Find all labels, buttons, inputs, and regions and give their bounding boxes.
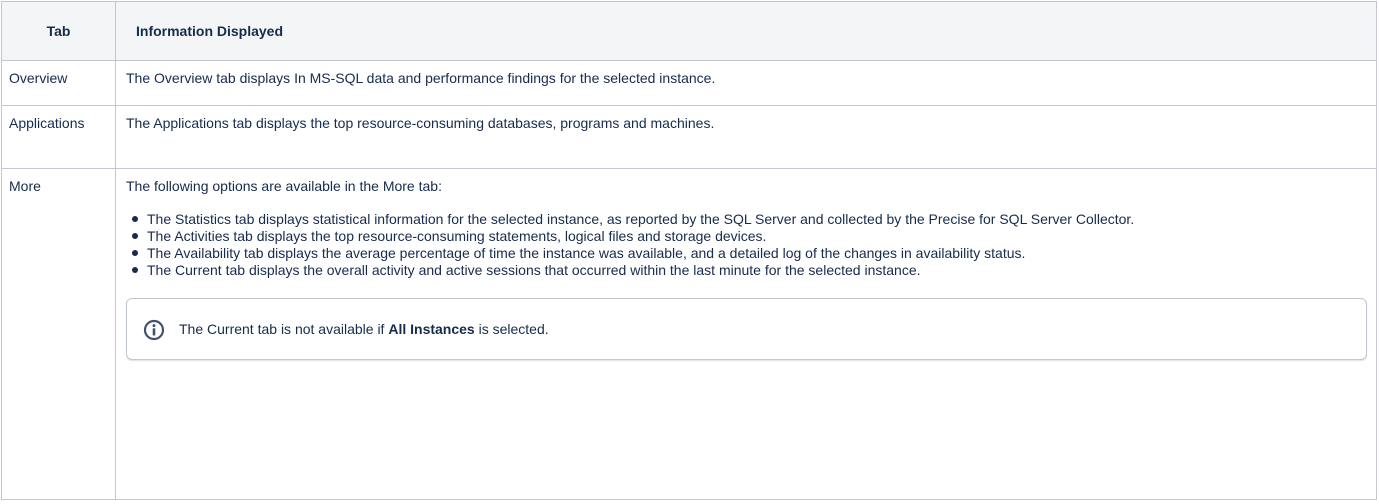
list-item: The Statistics tab displays statistical … (132, 211, 1366, 228)
cell-description: The following options are available in t… (115, 168, 1377, 500)
list-item: The Current tab displays the overall act… (132, 262, 1366, 279)
more-intro-text: The following options are available in t… (126, 178, 442, 194)
header-tab: Tab (1, 1, 116, 61)
note-text-bold: All Instances (388, 321, 475, 337)
table-row-applications: Applications The Applications tab displa… (1, 105, 1377, 169)
information-table: Tab Information Displayed Overview The O… (1, 1, 1377, 500)
info-icon (143, 319, 165, 341)
list-item: The Availability tab displays the averag… (132, 245, 1366, 262)
note-text-after: is selected. (474, 321, 549, 337)
table-row-more: More The following options are available… (1, 168, 1377, 500)
note-text-before: The Current tab is not available if (179, 321, 389, 337)
table-header-row: Tab Information Displayed (1, 1, 1377, 61)
options-list: The Statistics tab displays statistical … (126, 211, 1366, 279)
list-item: The Activities tab displays the top reso… (132, 228, 1366, 245)
cell-description: The Overview tab displays In MS-SQL data… (115, 60, 1377, 106)
cell-tab-name: More (1, 168, 116, 500)
cell-tab-name: Applications (1, 105, 116, 169)
info-note-text: The Current tab is not available if All … (179, 319, 549, 339)
table-row-overview: Overview The Overview tab displays In MS… (1, 60, 1377, 106)
info-note-panel: The Current tab is not available if All … (126, 298, 1367, 360)
cell-description: The Applications tab displays the top re… (115, 105, 1377, 169)
header-information-displayed: Information Displayed (115, 1, 1377, 61)
cell-tab-name: Overview (1, 60, 116, 106)
